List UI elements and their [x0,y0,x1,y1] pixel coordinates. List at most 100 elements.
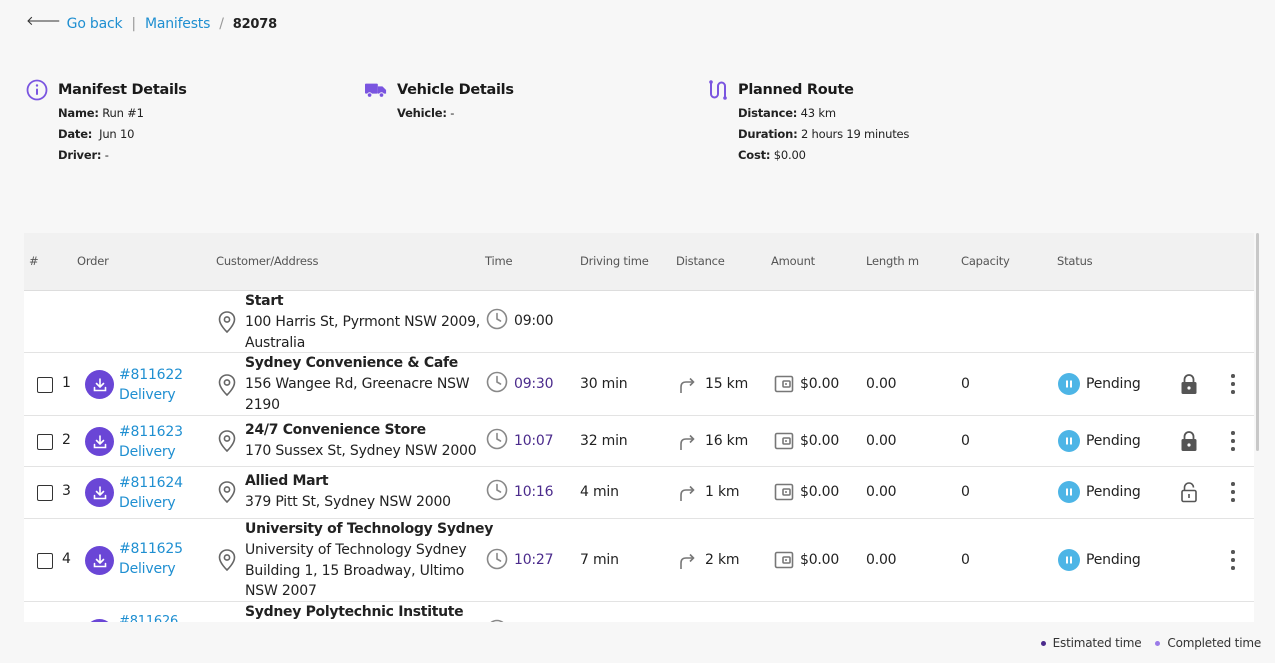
header-amount: Amount [771,254,815,268]
duration-label: Duration: [738,127,798,141]
unlock-icon[interactable] [1179,481,1199,503]
wallet-icon [774,483,794,501]
clock-icon [486,371,508,393]
length: 0.00 [866,552,897,568]
amount: $0.00 [800,376,840,392]
vehicle-details: Vehicle Details Vehicle: - [365,79,514,120]
length: 0.00 [866,433,897,449]
legend-estimated: Estimated time [1040,636,1142,650]
manifest-details-title: Manifest Details [58,82,187,98]
status-text: Pending [1086,484,1141,500]
table-row: 2 #811623 Delivery 24/7 Convenience Stor… [24,416,1254,467]
truck-icon [365,79,387,101]
distance-label: Distance: [738,106,798,120]
estimated-time: 09:30 [514,376,554,392]
capacity: 0 [961,433,970,449]
breadcrumb-separator: / [219,16,224,32]
estimated-time: 10:27 [514,552,554,568]
capacity: 0 [961,484,970,500]
planned-route-title: Planned Route [738,82,854,98]
driver-label: Driver: [58,148,102,162]
breadcrumb-separator: | [131,16,136,32]
delivery-download-icon [85,478,114,507]
driving-time: 32 min [580,433,628,449]
delivery-download-icon [85,427,114,456]
length: 0.00 [866,376,897,392]
amount: $0.00 [800,484,840,500]
start-time: 09:00 [514,313,554,329]
route-icon [706,79,728,101]
pause-status-icon [1058,373,1080,395]
name-value: Run #1 [102,106,144,120]
location-pin-icon [218,549,236,571]
clock-icon [486,548,508,570]
row-checkbox[interactable] [37,434,53,450]
date-value: Jun 10 [99,127,135,141]
delivery-download-icon [85,370,114,399]
row-checkbox[interactable] [37,553,53,569]
clock-icon [486,479,508,501]
back-arrow-icon[interactable]: 🡐 [26,13,61,29]
header-customer: Customer/Address [216,254,319,268]
table-row: 1 #811622 Delivery Sydney Convenience & … [24,353,1254,416]
customer-address: University of Technology Sydney Universi… [245,521,494,600]
row-checkbox[interactable] [37,485,53,501]
row-menu-button[interactable] [1228,550,1238,570]
cost-value: $0.00 [773,148,806,162]
driving-time: 4 min [580,484,619,500]
order-link[interactable]: #811622 Delivery [119,365,183,405]
turn-route-icon [680,434,695,450]
order-link[interactable]: #811625 Delivery [119,539,183,579]
wallet-icon [774,551,794,569]
status-text: Pending [1086,552,1141,568]
row-menu-button[interactable] [1228,374,1238,394]
row-menu-button[interactable] [1228,431,1238,451]
lock-icon[interactable] [1179,430,1199,452]
distance: 15 km [705,376,749,392]
distance: 2 km [705,552,740,568]
completed-dot [1155,641,1161,646]
location-pin-icon [218,481,236,503]
header-capacity: Capacity [961,254,1010,268]
pause-status-icon [1058,549,1080,571]
location-pin-icon [218,311,236,333]
delivery-download-icon [85,546,114,575]
wallet-icon [774,375,794,393]
turn-route-icon [680,377,695,393]
turn-route-icon [680,485,695,501]
header-status: Status [1057,254,1093,268]
order-link[interactable]: #811623 Delivery [119,422,183,462]
row-menu-button[interactable] [1228,482,1238,502]
customer-address: 24/7 Convenience Store 170 Sussex St, Sy… [245,422,477,459]
header-distance: Distance [676,254,725,268]
row-number: 3 [62,483,71,499]
distance: 16 km [705,433,749,449]
start-address: Start 100 Harris St, Pyrmont NSW 2009, A… [245,293,481,351]
row-checkbox[interactable] [37,377,53,393]
table-scrollbar[interactable] [1256,233,1259,451]
pause-status-icon [1058,481,1080,503]
stops-table: # Order Customer/Address Time Driving ti… [24,233,1254,622]
capacity: 0 [961,552,970,568]
vehicle-label: Vehicle: [397,106,447,120]
customer-address: Allied Mart 379 Pitt St, Sydney NSW 2000 [245,473,451,510]
row-number: 1 [62,375,71,391]
legend-completed: Completed time [1155,636,1261,650]
lock-icon[interactable] [1179,373,1199,395]
go-back-link[interactable]: Go back [67,16,123,32]
table-row: 4 #811625 Delivery University of Technol… [24,519,1254,602]
order-link[interactable]: #811624 Delivery [119,473,183,513]
clock-icon [490,619,504,622]
amount: $0.00 [800,552,840,568]
driving-time: 30 min [580,376,628,392]
start-name: Start [245,293,284,309]
customer-address: Sydney Polytechnic Institute [245,604,464,620]
order-link[interactable]: #811626 [119,612,178,622]
wallet-icon [774,432,794,450]
estimated-time: 10:07 [514,433,554,449]
header-number: # [29,254,39,268]
manifests-link[interactable]: Manifests [145,16,210,32]
delivery-download-icon [85,619,114,622]
location-pin-icon [218,430,236,452]
driving-time: 7 min [580,552,619,568]
